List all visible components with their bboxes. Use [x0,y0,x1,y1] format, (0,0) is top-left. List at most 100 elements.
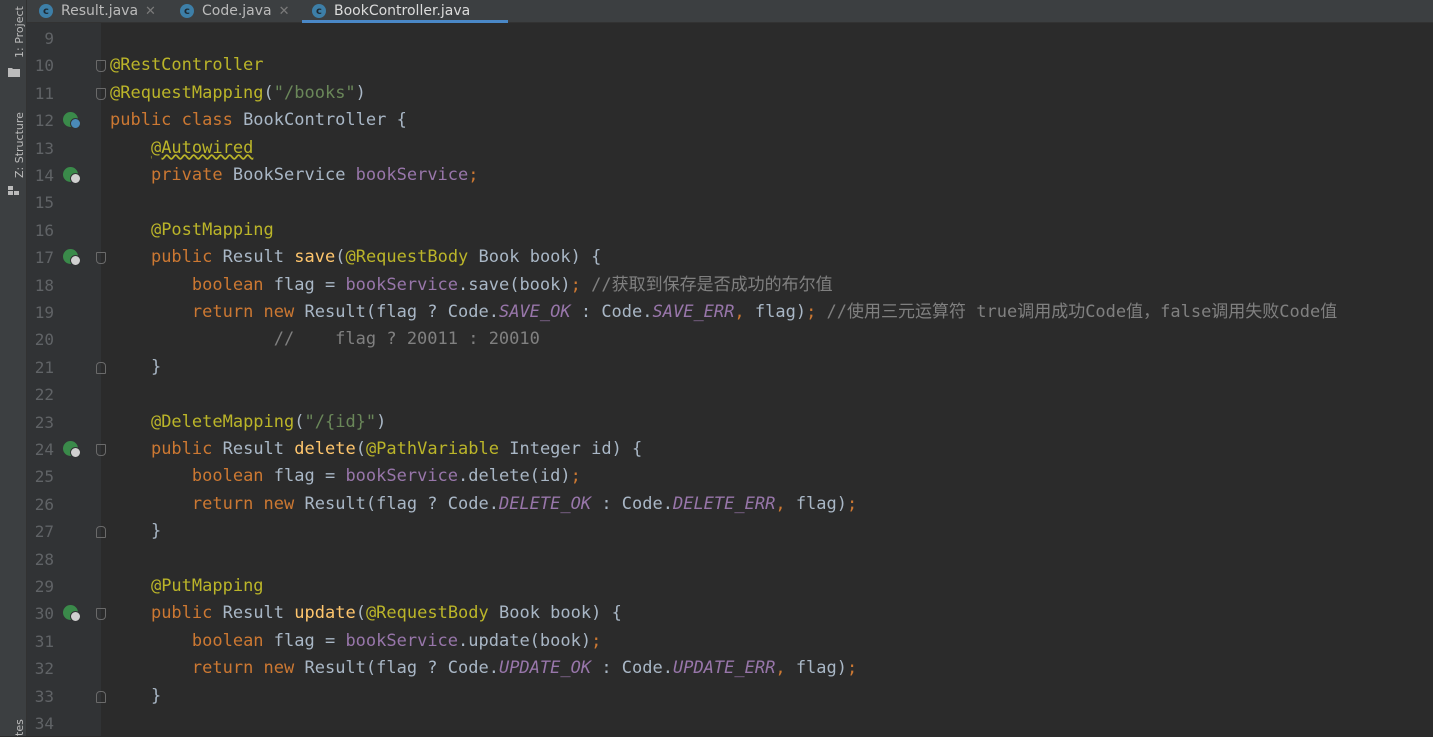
code-line[interactable]: 28 [27,546,1433,573]
bottom-tool-tab[interactable]: tes [0,706,26,736]
fold-marker-icon[interactable] [96,361,106,374]
code-text: boolean flag = bookService.save(book); /… [191,274,833,295]
code-text: @PutMapping [150,576,264,596]
spring-bean-icon[interactable] [63,441,81,458]
code-line[interactable]: 11 @RequestMapping("/books") [27,80,1433,107]
fold-marker-icon[interactable] [96,87,106,100]
line-number: 30 [34,604,54,624]
code-line[interactable]: 22 [27,381,1433,408]
code-line[interactable]: 29 @PutMapping [27,573,1433,600]
code-text: } [110,356,162,377]
fold-marker-icon[interactable] [96,526,106,539]
line-number: 33 [34,686,54,706]
code-line[interactable]: 33 } [27,683,1433,710]
code-line[interactable]: 23 @DeleteMapping("/{id}") [27,409,1433,436]
line-number: 15 [34,193,54,213]
line-number: 28 [34,549,54,569]
line-number: 10 [34,56,54,76]
project-tool-tab[interactable]: 1: Project [0,0,26,92]
project-tool-label: 1: Project [13,6,26,58]
code-text: public Result delete(@PathVariable Integ… [150,439,643,459]
code-text: return new Result(flag ? Code.DELETE_OK … [191,493,858,514]
line-number: 23 [34,412,54,432]
code-line[interactable]: 18 boolean flag = bookService.save(book)… [27,272,1433,299]
code-text: // flag ? 20011 : 20010 [273,329,540,350]
bottom-tool-label: tes [13,719,26,736]
code-line[interactable]: 31 boolean flag = bookService.update(boo… [27,628,1433,655]
code-line[interactable]: 24 public Result delete(@PathVariable In… [27,436,1433,463]
fold-marker-icon[interactable] [96,444,106,456]
spring-bean-icon[interactable] [63,249,81,267]
tool-window-strip: 1: Project Z: Structure tes [0,0,27,736]
tab-bookcontroller-java[interactable]: c BookController.java [302,0,508,23]
code-text: } [110,685,162,706]
code-text: @RestController [110,55,264,76]
line-number: 19 [34,303,54,322]
code-line[interactable]: 26 return new Result(flag ? Code.DELETE_… [27,491,1433,518]
line-number: 27 [34,522,54,542]
line-number: 25 [34,467,54,487]
structure-tool-tab[interactable]: Z: Structure [0,100,26,200]
code-line[interactable]: 25 boolean flag = bookService.delete(id)… [27,463,1433,490]
line-number: 21 [34,357,54,377]
close-icon[interactable]: ✕ [145,4,156,19]
class-icon: c [312,4,326,18]
line-number: 18 [34,275,54,295]
spring-bean-icon[interactable] [63,167,81,184]
line-number: 13 [34,138,54,158]
code-text: @RequestMapping("/books") [110,82,366,103]
code-text: return new Result(flag ? Code.UPDATE_OK … [191,658,858,679]
code-text: public Result update(@RequestBody Book b… [150,603,622,624]
editor-tab-bar: c Result.java ✕ c Code.java ✕ c BookCont… [27,0,1433,23]
code-line[interactable]: 12 public class BookController { [27,107,1433,134]
structure-icon [8,186,19,195]
code-line[interactable]: 17 public Result save(@RequestBody Book … [27,244,1433,271]
code-line[interactable]: 21 } [27,354,1433,381]
code-text: @Autowired [150,137,254,158]
line-number: 26 [34,494,54,514]
line-number: 9 [44,29,54,48]
line-number: 34 [34,714,54,733]
tab-result-java[interactable]: c Result.java ✕ [39,0,156,22]
code-text: return new Result(flag ? Code.SAVE_OK : … [191,302,1338,322]
code-line[interactable]: 30 public Result update(@RequestBody Boo… [27,600,1433,627]
code-line[interactable]: 20 // flag ? 20011 : 20010 [27,326,1433,353]
code-text: boolean flag = bookService.update(book); [191,630,602,651]
fold-marker-icon[interactable] [96,252,106,265]
code-line[interactable]: 32 return new Result(flag ? Code.UPDATE_… [27,655,1433,682]
class-icon: c [39,4,53,18]
code-line[interactable]: 10 @RestController [27,52,1433,79]
code-text: public class BookController { [110,110,407,131]
line-number: 17 [34,248,54,268]
tab-label: Code.java [202,3,272,19]
line-number: 31 [34,631,54,651]
line-number: 14 [34,166,54,185]
code-line[interactable]: 15 [27,189,1433,216]
close-icon[interactable]: ✕ [279,4,290,19]
code-editor[interactable]: 9 10 @RestController 11 @RequestMapping("/bo… [27,23,1433,736]
code-text: @DeleteMapping("/{id}") [150,411,387,432]
code-line[interactable]: 16 @PostMapping [27,217,1433,244]
spring-bean-icon[interactable] [63,605,81,623]
spring-bean-icon[interactable] [63,112,81,130]
code-text: } [110,521,162,542]
code-line[interactable]: 27 } [27,518,1433,545]
code-text: private BookService bookService; [150,165,479,185]
code-line[interactable]: 9 [27,25,1433,52]
fold-marker-icon[interactable] [96,60,106,73]
structure-tool-label: Z: Structure [13,112,26,178]
line-number: 22 [34,385,54,405]
tab-code-java[interactable]: c Code.java ✕ [180,0,290,22]
code-line[interactable]: 13 @Autowired [27,135,1433,162]
code-line[interactable]: 34 [27,710,1433,737]
code-text: boolean flag = bookService.delete(id); [191,466,581,487]
fold-marker-icon[interactable] [96,690,106,703]
tab-label: BookController.java [334,3,471,19]
code-line[interactable]: 14 private BookService bookService; [27,162,1433,189]
line-number: 11 [34,83,54,103]
tab-label: Result.java [61,3,139,19]
fold-marker-icon[interactable] [96,608,106,621]
line-number: 12 [34,111,54,131]
line-number: 29 [34,577,54,596]
code-line[interactable]: 19 return new Result(flag ? Code.SAVE_OK… [27,299,1433,326]
